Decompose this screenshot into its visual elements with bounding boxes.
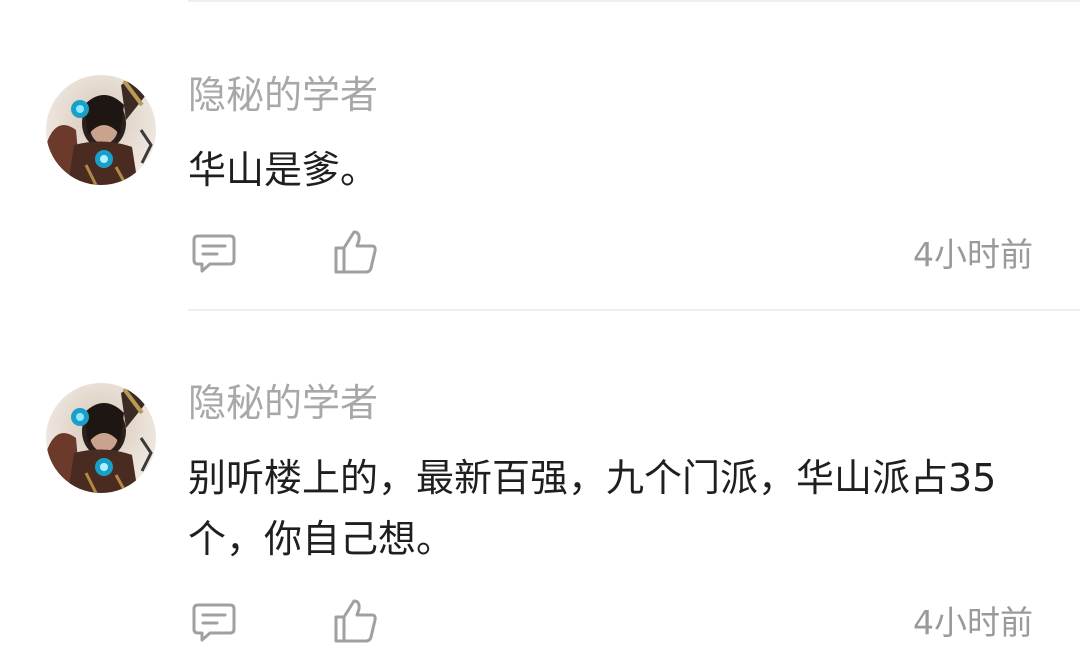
- comment-list: 隐秘的学者 华山是爹。 4小时前 隐秘的学者 别听楼上的，最新百强，九个门派，华…: [0, 0, 1080, 653]
- thumbs-up-icon[interactable]: [332, 228, 380, 276]
- comment-text: 华山是爹。: [188, 148, 379, 192]
- avatar[interactable]: [46, 383, 156, 493]
- username[interactable]: 隐秘的学者: [188, 381, 378, 425]
- username[interactable]: 隐秘的学者: [188, 73, 378, 117]
- timestamp: 4小时前: [913, 603, 1033, 642]
- timestamp: 4小时前: [913, 235, 1033, 274]
- avatar-image: [46, 383, 156, 493]
- comment-bubble-icon[interactable]: [190, 597, 238, 645]
- comment-bubble-icon[interactable]: [190, 228, 238, 276]
- comment-text: 别听楼上的，最新百强，九个门派，华山派占35个，你自己想。: [188, 456, 997, 561]
- divider: [188, 309, 1080, 311]
- divider: [188, 0, 1080, 2]
- thumbs-up-icon[interactable]: [332, 597, 380, 645]
- avatar-image: [46, 75, 156, 185]
- avatar[interactable]: [46, 75, 156, 185]
